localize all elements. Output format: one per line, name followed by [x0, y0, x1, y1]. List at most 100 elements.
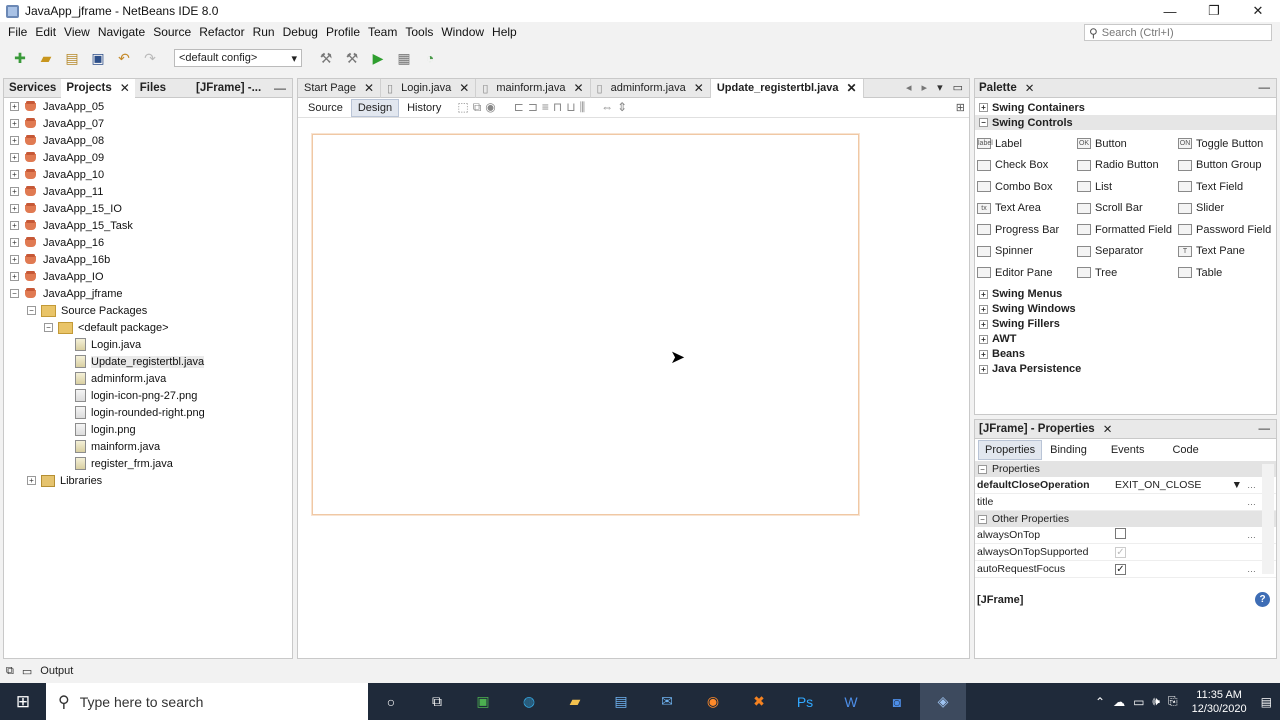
palette-item[interactable]: T Text Pane: [1178, 241, 1278, 263]
palette-category-swing-containers[interactable]: + Swing Containers: [975, 100, 1276, 115]
palette-item[interactable]: Button Group: [1178, 155, 1278, 177]
more-icon[interactable]: …: [1247, 564, 1256, 574]
menu-help[interactable]: Help: [488, 25, 521, 39]
config-select[interactable]: <default config> ▾: [174, 49, 302, 67]
save-all-icon[interactable]: ▣: [88, 48, 108, 68]
output-tab[interactable]: Output: [40, 665, 73, 677]
minimize-button[interactable]: —: [1148, 0, 1192, 22]
expand-icon[interactable]: +: [10, 119, 19, 128]
clock[interactable]: 11:35 AM 12/30/2020: [1192, 688, 1247, 716]
collapse-icon[interactable]: −: [10, 289, 19, 298]
checkbox[interactable]: ✓: [1115, 564, 1126, 575]
more-icon[interactable]: …: [1247, 530, 1256, 540]
menu-tools[interactable]: Tools: [401, 25, 437, 39]
expand-icon[interactable]: +: [10, 187, 19, 196]
properties-section[interactable]: − Properties: [975, 461, 1276, 477]
palette-item[interactable]: Tree: [1077, 262, 1178, 284]
tree-node[interactable]: + JavaApp_07: [4, 115, 292, 132]
palette-category[interactable]: + Java Persistence: [975, 362, 1276, 377]
property-row[interactable]: title …: [975, 494, 1276, 511]
center-vertically-icon[interactable]: ⫼: [580, 100, 586, 115]
expand-icon[interactable]: +: [979, 334, 988, 344]
expand-icon[interactable]: +: [979, 304, 988, 314]
tab-binding[interactable]: Binding: [1044, 441, 1093, 459]
tree-node[interactable]: + JavaApp_11: [4, 183, 292, 200]
network-icon[interactable]: ▭: [1133, 695, 1144, 709]
palette-item[interactable]: Text Field: [1178, 176, 1278, 198]
close-icon[interactable]: ✕: [1025, 81, 1035, 95]
tree-node[interactable]: + JavaApp_16: [4, 234, 292, 251]
palette-item[interactable]: Combo Box: [977, 176, 1077, 198]
undo-icon[interactable]: ↶: [114, 48, 134, 68]
collapse-icon[interactable]: −: [978, 514, 987, 524]
palette-item[interactable]: Progress Bar: [977, 219, 1077, 241]
resize-horizontal-icon[interactable]: ⇔: [601, 100, 613, 115]
scroll-right-icon[interactable]: ▸: [922, 81, 928, 94]
palette-category[interactable]: + Beans: [975, 347, 1276, 362]
dropdown-icon[interactable]: ▼: [1232, 479, 1242, 491]
tab-files[interactable]: Files: [135, 79, 171, 98]
tab-code[interactable]: Code: [1166, 441, 1204, 459]
cortana-icon[interactable]: ○: [368, 683, 414, 720]
palette-item[interactable]: Formatted Field: [1077, 219, 1178, 241]
palette-item[interactable]: tx Text Area: [977, 198, 1077, 220]
source-view-button[interactable]: Source: [302, 100, 349, 116]
palette-item[interactable]: Password Field: [1178, 219, 1278, 241]
tree-node[interactable]: login-icon-png-27.png: [4, 387, 292, 404]
expand-icon[interactable]: +: [10, 170, 19, 179]
tab-events[interactable]: Events: [1105, 441, 1151, 459]
expand-icon[interactable]: +: [10, 153, 19, 162]
close-icon[interactable]: ✕: [120, 81, 130, 95]
notifications-icon[interactable]: ▤: [1261, 695, 1272, 709]
expand-icon[interactable]: +: [979, 289, 988, 299]
tree-node[interactable]: + JavaApp_15_IO: [4, 200, 292, 217]
expand-icon[interactable]: +: [10, 136, 19, 145]
palette-category[interactable]: + Swing Menus: [975, 287, 1276, 302]
task-view-icon[interactable]: ⧉: [414, 683, 460, 720]
menu-view[interactable]: View: [60, 25, 94, 39]
palette-item[interactable]: label Label: [977, 133, 1077, 155]
excel-icon[interactable]: ▣: [460, 683, 506, 720]
open-project-icon[interactable]: ▤: [62, 48, 82, 68]
close-icon[interactable]: ✕: [459, 81, 469, 95]
palette-item[interactable]: OK Button: [1077, 133, 1178, 155]
tree-node[interactable]: − <default package>: [4, 319, 292, 336]
tree-node[interactable]: + JavaApp_16b: [4, 251, 292, 268]
align-bottom-icon[interactable]: ⊔: [566, 100, 575, 115]
expand-icon[interactable]: +: [10, 238, 19, 247]
other-properties-section[interactable]: − Other Properties: [975, 511, 1276, 527]
netbeans-taskbar-icon[interactable]: ◈: [920, 683, 966, 720]
close-icon[interactable]: ✕: [573, 81, 583, 95]
xampp-icon[interactable]: ✖: [736, 683, 782, 720]
tab-properties[interactable]: Properties: [978, 440, 1043, 460]
minimize-icon[interactable]: —: [274, 81, 286, 95]
profile-icon[interactable]: ◔: [420, 48, 440, 68]
tree-node[interactable]: mainform.java: [4, 438, 292, 455]
restore-button[interactable]: ❐: [1192, 0, 1236, 22]
align-left-icon[interactable]: ⊏: [514, 100, 524, 115]
palette-item[interactable]: ON Toggle Button: [1178, 133, 1278, 155]
menu-run[interactable]: Run: [249, 25, 279, 39]
new-file-icon[interactable]: ✚: [10, 48, 30, 68]
tree-node[interactable]: + JavaApp_05: [4, 98, 292, 115]
close-icon[interactable]: ✕: [364, 81, 374, 95]
history-view-button[interactable]: History: [401, 100, 447, 116]
preview-design-icon[interactable]: ◉: [485, 100, 495, 115]
language-icon[interactable]: ⎘: [1168, 694, 1178, 709]
connection-mode-icon[interactable]: ⧉: [473, 100, 482, 115]
center-horizontally-icon[interactable]: ≡: [542, 100, 549, 115]
palette-item[interactable]: Slider: [1178, 198, 1278, 220]
palette-item[interactable]: Radio Button: [1077, 155, 1178, 177]
tree-node[interactable]: + JavaApp_09: [4, 149, 292, 166]
palette-category[interactable]: + AWT: [975, 332, 1276, 347]
palette-category[interactable]: + Swing Windows: [975, 302, 1276, 317]
tab-projects[interactable]: Projects ✕: [61, 78, 135, 98]
build-icon[interactable]: ⚒: [316, 48, 336, 68]
menu-edit[interactable]: Edit: [31, 25, 60, 39]
tree-node[interactable]: register_frm.java: [4, 455, 292, 472]
more-icon[interactable]: …: [1247, 497, 1256, 507]
tab-adminform-java[interactable]: ▯ adminform.java ✕: [591, 78, 711, 98]
file-explorer-icon[interactable]: ▰: [552, 683, 598, 720]
cloud-icon[interactable]: ☁: [1113, 695, 1125, 709]
firefox-icon[interactable]: ◉: [690, 683, 736, 720]
